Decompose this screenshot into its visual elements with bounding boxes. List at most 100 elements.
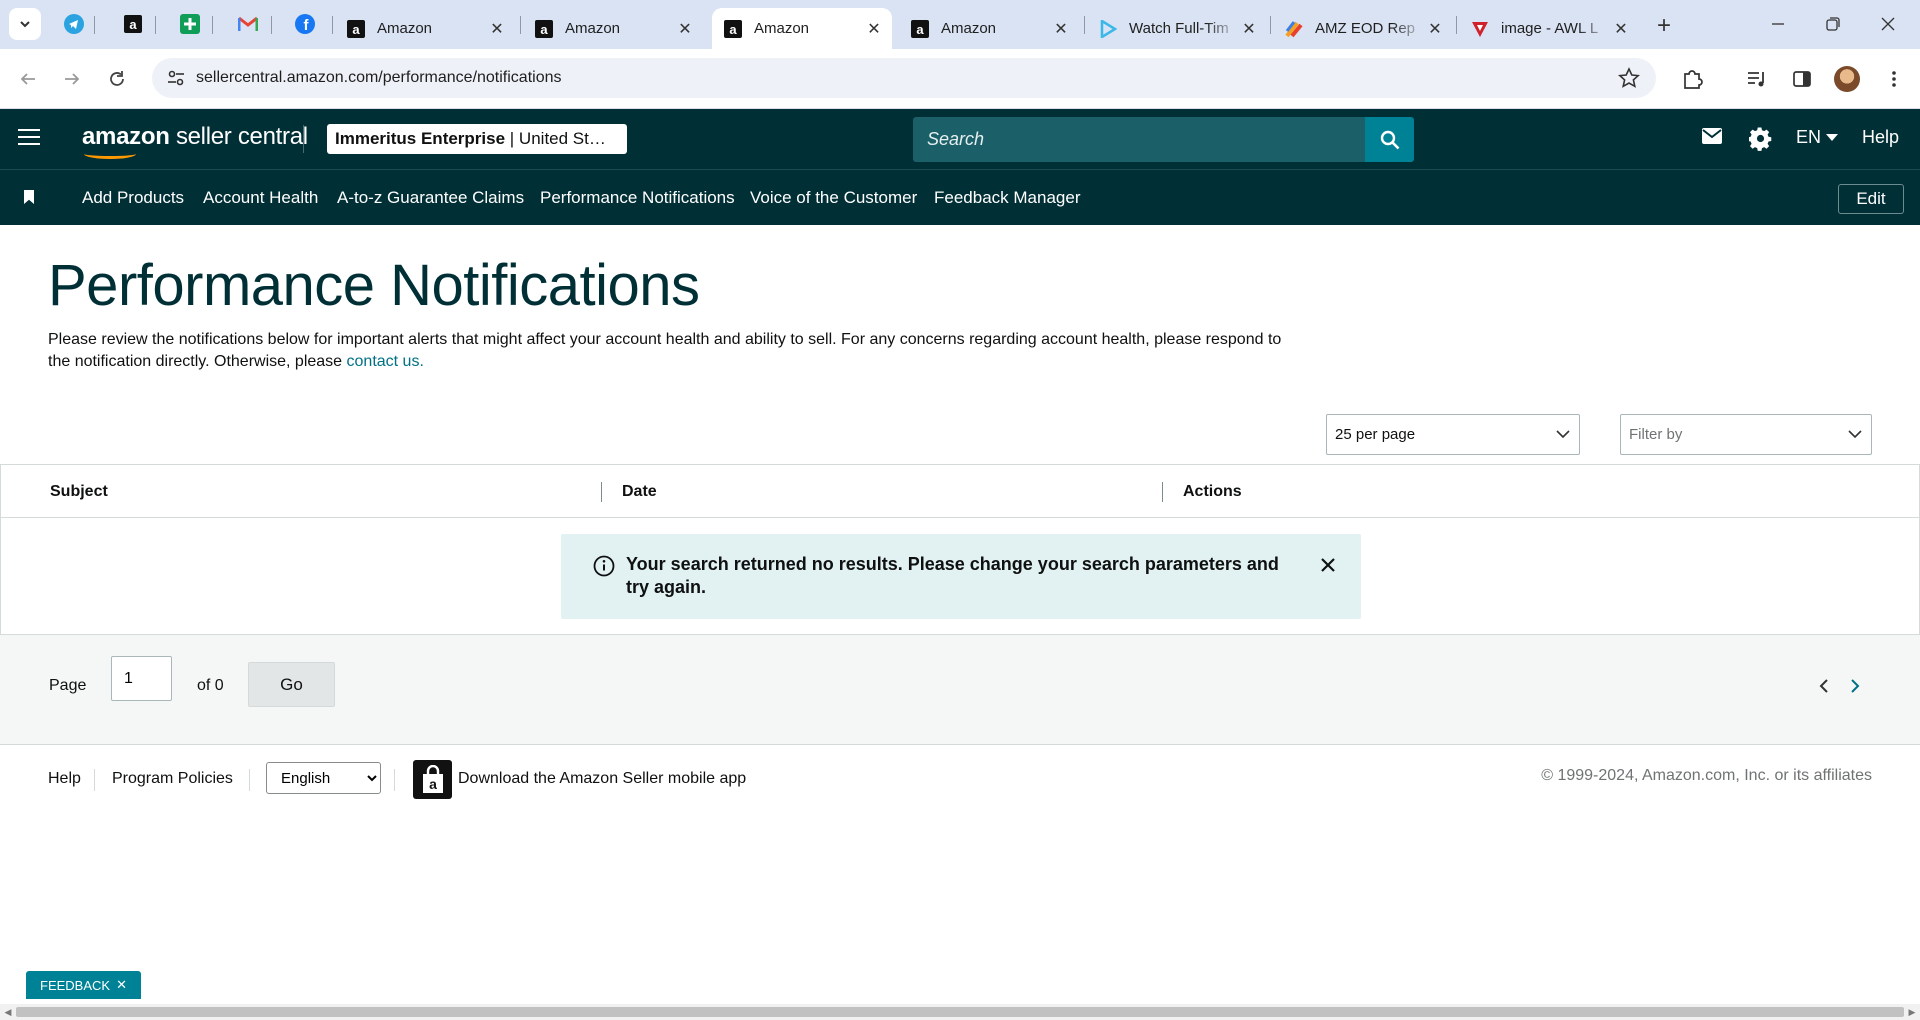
browser-tab[interactable]: a Amazon ✕ bbox=[899, 8, 1079, 49]
go-button[interactable]: Go bbox=[248, 662, 335, 707]
browser-tab[interactable]: image - AWL L ✕ bbox=[1459, 8, 1639, 49]
amazon-icon: a bbox=[911, 19, 929, 38]
close-icon[interactable]: ✕ bbox=[675, 19, 695, 39]
browser-tab[interactable]: AMZ EOD Rep ✕ bbox=[1273, 8, 1453, 49]
browser-menu-button[interactable] bbox=[1878, 63, 1910, 95]
close-icon[interactable]: ✕ bbox=[864, 19, 884, 39]
seller-app-icon[interactable]: a bbox=[413, 760, 452, 799]
window-close-button[interactable] bbox=[1870, 8, 1906, 40]
puzzle-icon bbox=[1684, 70, 1703, 89]
language-selector[interactable]: EN bbox=[1796, 127, 1839, 148]
forward-button[interactable] bbox=[56, 63, 88, 95]
browser-tab[interactable]: a Amazon ✕ bbox=[523, 8, 703, 49]
scroll-left-icon[interactable]: ◀ bbox=[3, 1007, 13, 1017]
svg-text:a: a bbox=[129, 17, 137, 32]
nav-performance-notifications[interactable]: Performance Notifications bbox=[540, 188, 735, 208]
reload-button[interactable] bbox=[101, 63, 133, 95]
pinned-tab-amazon[interactable]: a bbox=[119, 10, 147, 38]
browser-tab-active[interactable]: a Amazon ✕ bbox=[712, 8, 892, 49]
tab-separator bbox=[212, 16, 213, 34]
restore-icon bbox=[1826, 17, 1840, 31]
bookmark-star-icon[interactable] bbox=[1617, 67, 1641, 94]
close-icon[interactable]: ✕ bbox=[1611, 19, 1631, 39]
nav-feedback-manager[interactable]: Feedback Manager bbox=[934, 188, 1080, 208]
nav-account-health[interactable]: Account Health bbox=[203, 188, 318, 208]
new-tab-button[interactable]: + bbox=[1650, 12, 1678, 40]
restore-button[interactable] bbox=[1815, 8, 1851, 40]
bookmark-icon[interactable] bbox=[24, 190, 34, 204]
tab-title: image - AWL L bbox=[1501, 20, 1599, 37]
filter-select[interactable]: Filter by bbox=[1620, 414, 1872, 455]
minimize-icon bbox=[1772, 23, 1784, 25]
close-icon[interactable] bbox=[1318, 555, 1338, 575]
page-number-input[interactable] bbox=[111, 656, 172, 701]
column-header-date[interactable]: Date bbox=[622, 483, 657, 501]
tab-separator bbox=[271, 16, 272, 34]
download-app-link[interactable]: Download the Amazon Seller mobile app bbox=[458, 770, 746, 788]
feedback-tab[interactable]: FEEDBACK ✕ bbox=[26, 971, 141, 999]
back-button[interactable] bbox=[12, 63, 44, 95]
chevron-right-icon[interactable] bbox=[1849, 678, 1861, 694]
per-page-select[interactable]: 25 per page bbox=[1326, 414, 1580, 455]
close-icon[interactable]: ✕ bbox=[1239, 19, 1259, 39]
scroll-right-icon[interactable]: ▶ bbox=[1907, 1007, 1917, 1017]
intro-text: Please review the notifications below fo… bbox=[48, 329, 1288, 373]
close-icon[interactable]: ✕ bbox=[1051, 19, 1071, 39]
tab-title: AMZ EOD Rep bbox=[1315, 20, 1416, 37]
url-text: sellercentral.amazon.com/performance/not… bbox=[196, 69, 562, 86]
store-name: Immeritus Enterprise bbox=[335, 129, 506, 148]
settings-button[interactable] bbox=[1749, 127, 1773, 151]
nav-voice-of-customer[interactable]: Voice of the Customer bbox=[750, 188, 917, 208]
pinned-tab-facebook[interactable]: f bbox=[291, 10, 319, 38]
side-panel-button[interactable] bbox=[1786, 63, 1818, 95]
site-info-icon[interactable] bbox=[166, 68, 186, 93]
store-selector[interactable]: Immeritus Enterprise | United St… bbox=[327, 124, 627, 154]
music-queue-icon bbox=[1748, 72, 1764, 87]
nav-add-products[interactable]: Add Products bbox=[82, 188, 184, 208]
pinned-tab-gmail[interactable] bbox=[234, 10, 262, 38]
media-control-button[interactable] bbox=[1741, 63, 1773, 95]
amazon-smile-icon bbox=[84, 149, 136, 159]
column-divider bbox=[1162, 482, 1163, 502]
close-icon[interactable]: ✕ bbox=[487, 19, 507, 39]
mail-icon bbox=[1702, 128, 1722, 144]
tab-separator bbox=[155, 16, 156, 34]
sheets-icon bbox=[180, 14, 200, 34]
pinned-tab-telegram[interactable] bbox=[60, 10, 88, 38]
extensions-button[interactable] bbox=[1676, 63, 1708, 95]
contact-us-link[interactable]: contact us. bbox=[347, 353, 424, 370]
pinned-tab-sheets[interactable] bbox=[176, 10, 204, 38]
close-icon[interactable]: ✕ bbox=[1425, 19, 1445, 39]
caret-down-icon bbox=[1826, 133, 1839, 141]
close-icon[interactable]: ✕ bbox=[116, 977, 127, 993]
nav-a-to-z-claims[interactable]: A-to-z Guarantee Claims bbox=[337, 188, 524, 208]
browser-tab[interactable]: a Amazon ✕ bbox=[335, 8, 515, 49]
profile-avatar[interactable] bbox=[1834, 66, 1860, 92]
address-bar[interactable]: sellercentral.amazon.com/performance/not… bbox=[152, 58, 1656, 98]
footer-language-select[interactable]: English bbox=[266, 762, 381, 794]
seller-central-logo[interactable]: amazon seller central bbox=[82, 123, 308, 159]
store-region: | United St… bbox=[509, 129, 606, 148]
page-footer: Help Program Policies English a Download… bbox=[0, 745, 1920, 815]
footer-help-link[interactable]: Help bbox=[48, 770, 81, 788]
browser-tab[interactable]: Watch Full-Tim ✕ bbox=[1087, 8, 1267, 49]
messages-button[interactable] bbox=[1701, 127, 1723, 145]
scrollbar-thumb[interactable] bbox=[16, 1007, 1904, 1017]
footer-program-policies-link[interactable]: Program Policies bbox=[112, 770, 233, 788]
hamburger-menu-icon[interactable] bbox=[18, 129, 40, 147]
amazon-icon: a bbox=[724, 19, 742, 38]
side-panel-icon bbox=[1793, 71, 1811, 87]
logo-seller-central-text: seller central bbox=[175, 123, 308, 150]
horizontal-scrollbar[interactable]: ◀ ▶ bbox=[0, 1004, 1920, 1020]
chevron-left-icon[interactable] bbox=[1818, 678, 1830, 694]
column-header-subject[interactable]: Subject bbox=[50, 483, 108, 501]
minimize-button[interactable] bbox=[1760, 8, 1796, 40]
tab-search-button[interactable] bbox=[9, 8, 41, 40]
edit-nav-button[interactable]: Edit bbox=[1838, 184, 1904, 214]
amazon-icon: a bbox=[535, 19, 553, 38]
search-input[interactable] bbox=[913, 117, 1366, 162]
search-button[interactable] bbox=[1365, 117, 1414, 162]
help-link[interactable]: Help bbox=[1862, 127, 1899, 148]
page-label: Page bbox=[49, 677, 87, 694]
bookmark-nav-bar: Add Products Account Health A-to-z Guara… bbox=[0, 169, 1920, 225]
